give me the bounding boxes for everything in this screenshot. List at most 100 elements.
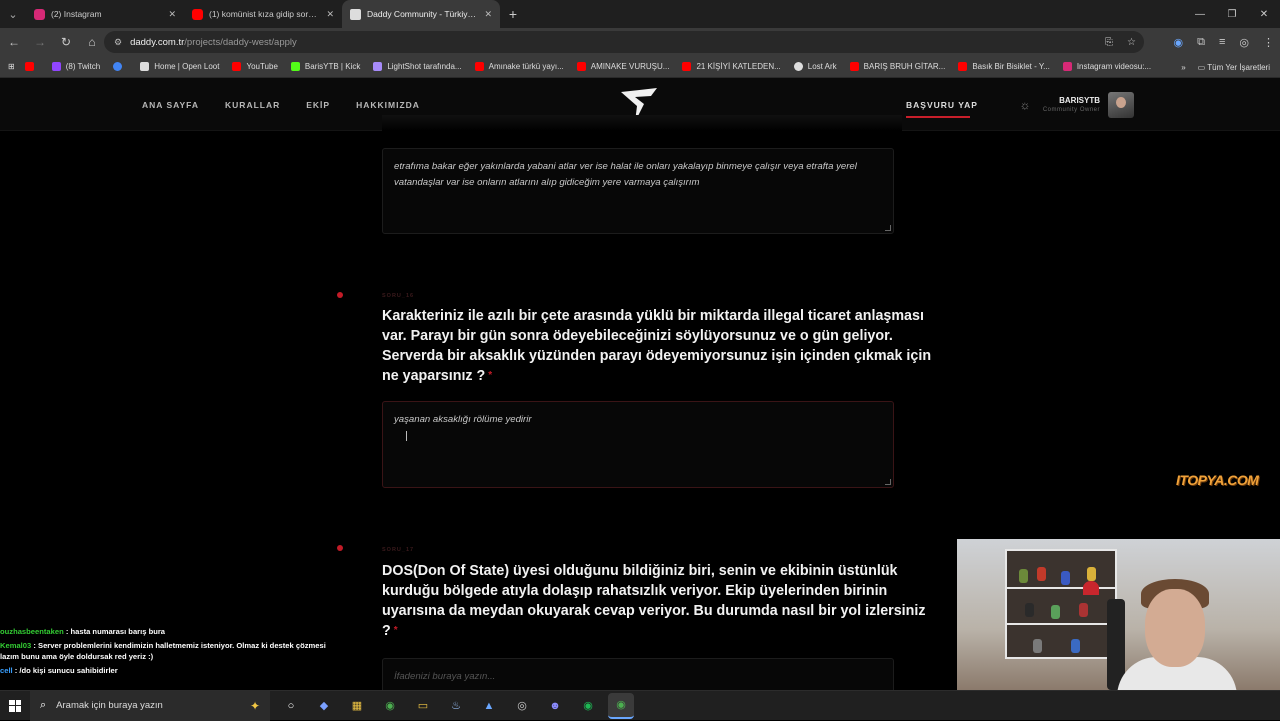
profile-icon[interactable]: ◎ xyxy=(1239,36,1249,49)
answer-placeholder: İfadenizi buraya yazın... xyxy=(394,671,496,682)
tab-daddy-community[interactable]: Daddy Community - Türkiye'nin ✕ xyxy=(342,0,500,28)
bookmark-item[interactable]: Amınake türkü yayı... xyxy=(474,62,564,71)
tab-search-icon[interactable]: ⌄ xyxy=(0,0,26,28)
santa-hat xyxy=(1083,581,1099,595)
extension-icon[interactable]: ◉ xyxy=(1174,36,1184,49)
shelf xyxy=(1005,549,1117,659)
tab-instagram[interactable]: (2) Instagram ✕ xyxy=(26,0,184,28)
search-placeholder: Aramak için buraya yazın xyxy=(56,700,163,711)
taskbar-search[interactable]: ⌕ Aramak için buraya yazın ✦ xyxy=(30,690,270,721)
copilot-icon[interactable]: ✦ xyxy=(250,699,260,713)
install-app-icon[interactable]: ⎘ xyxy=(1105,37,1113,48)
bookmark-item[interactable]: BARIŞ BRUH GİTAR... xyxy=(849,62,945,71)
question-marker xyxy=(337,545,343,551)
discord-icon[interactable]: ☻ xyxy=(542,693,568,719)
user-role: Community Owner xyxy=(1042,107,1100,113)
toolbar-right-icons: ◉ ⧉ ≡ ◎ ⋮ xyxy=(1174,28,1275,56)
chat-message: Kemal03 : Server problemlerini kendimizi… xyxy=(0,641,326,661)
site-info-icon[interactable]: ⚙ xyxy=(114,37,122,48)
media-control-icon[interactable]: ≡ xyxy=(1219,36,1225,48)
stream-chat: ouzhasbeentaken : hasta numarası barış b… xyxy=(0,626,340,679)
streamer-face xyxy=(1145,589,1205,667)
extensions-puzzle-icon[interactable]: ⧉ xyxy=(1197,36,1205,49)
close-window-icon[interactable]: ✕ xyxy=(1248,0,1280,28)
chat-message: cell : /do kişi sunucu sahibidirler xyxy=(0,666,118,675)
theme-toggle-icon[interactable]: ☼ xyxy=(1016,96,1034,114)
app-icon[interactable]: ▲ xyxy=(476,693,502,719)
reload-icon[interactable]: ↻ xyxy=(54,30,78,54)
bookmark-item[interactable] xyxy=(24,62,39,71)
required-mark: * xyxy=(488,370,493,381)
bookmark-item[interactable] xyxy=(113,62,127,71)
new-tab-button[interactable]: + xyxy=(500,0,526,28)
cortana-icon[interactable]: ○ xyxy=(278,693,304,719)
sponsor-watermark: ITOPYA.COM xyxy=(1176,472,1259,488)
calculator-icon[interactable]: ▦ xyxy=(344,693,370,719)
user-name[interactable]: BARISYTB xyxy=(1048,96,1100,105)
bookmark-star-icon[interactable]: ☆ xyxy=(1127,37,1136,48)
file-explorer-icon[interactable]: ▭ xyxy=(410,693,436,719)
avatar[interactable] xyxy=(1108,92,1134,118)
bookmark-item[interactable]: (8) Twitch xyxy=(51,62,100,71)
apply-underline xyxy=(906,116,970,118)
bookmark-item[interactable]: Home | Open Loot xyxy=(140,62,219,71)
menu-kebab-icon[interactable]: ⋮ xyxy=(1263,36,1274,49)
bookmarks-bar: ⊞ (8) Twitch Home | Open Loot YouTube Ba… xyxy=(0,56,1280,78)
close-tab-icon[interactable]: ✕ xyxy=(168,9,176,20)
minimize-icon[interactable]: — xyxy=(1184,0,1216,28)
bookmark-item[interactable]: Basık Bir Bisiklet - Y... xyxy=(958,62,1050,71)
steam-icon[interactable]: ♨ xyxy=(443,693,469,719)
question-title: DOS(Don Of State) üyesi olduğunu bildiği… xyxy=(382,563,926,639)
nav-about[interactable]: HAKKIMIZDA xyxy=(356,100,420,110)
bookmark-item[interactable]: AMINAKE VURUŞU... xyxy=(576,62,669,71)
chrome-icon[interactable]: ◉ xyxy=(377,693,403,719)
address-bar[interactable]: ⚙ daddy.com.tr/projects/daddy-west/apply… xyxy=(104,31,1144,53)
chrome-active-icon[interactable]: ◉ xyxy=(608,692,634,719)
youtube-icon xyxy=(192,8,203,20)
apply-link[interactable]: BAŞVURU YAP xyxy=(906,78,978,131)
resize-handle-icon[interactable] xyxy=(885,225,891,231)
resize-handle-icon[interactable] xyxy=(885,479,891,485)
tab-title: Daddy Community - Türkiye'nin xyxy=(367,9,479,19)
prev-answer-textarea[interactable]: etrafıma bakar eğer yakınlarda yabani at… xyxy=(382,148,894,234)
back-icon[interactable]: ← xyxy=(2,30,26,54)
question-marker xyxy=(337,292,343,298)
taskbar-apps: ○ ◆ ▦ ◉ ▭ ♨ ▲ ◎ ☻ ◉ ◉ xyxy=(278,692,634,719)
url-path: /projects/daddy-west/apply xyxy=(184,36,297,48)
answer-text: yaşanan aksaklığı rölüme yedirir xyxy=(394,414,532,425)
bookmark-item[interactable]: Lost Ark xyxy=(793,62,837,71)
tab-youtube[interactable]: (1) komünist kıza gidip soruyola ✕ xyxy=(184,0,342,28)
bookmark-item[interactable]: YouTube xyxy=(232,62,278,71)
bookmark-item[interactable]: LightShot tarafında... xyxy=(373,62,462,71)
obs-icon[interactable]: ◎ xyxy=(509,693,535,719)
question-code: SORU_16 xyxy=(382,293,415,299)
maximize-icon[interactable]: ❐ xyxy=(1216,0,1248,28)
tab-title: (1) komünist kıza gidip soruyola xyxy=(209,9,321,19)
close-tab-icon[interactable]: ✕ xyxy=(484,9,492,20)
prev-answer-text: etrafıma bakar eğer yakınlarda yabani at… xyxy=(394,161,857,188)
start-button[interactable] xyxy=(0,691,30,721)
bookmark-item[interactable]: 21 KİŞİYİ KATLEDEN... xyxy=(682,62,781,71)
home-icon[interactable]: ⌂ xyxy=(80,30,104,54)
answer-textarea[interactable]: yaşanan aksaklığı rölüme yedirir xyxy=(382,401,894,488)
nav-home[interactable]: ANA SAYFA xyxy=(142,100,199,110)
browser-toolbar: ← → ↻ ⌂ ⚙ daddy.com.tr/projects/daddy-we… xyxy=(0,28,1280,56)
required-mark: * xyxy=(393,625,398,636)
nav-team[interactable]: EKİP xyxy=(306,100,330,110)
window-controls: — ❐ ✕ xyxy=(1184,0,1280,28)
close-tab-icon[interactable]: ✕ xyxy=(326,9,334,20)
apps-grid-icon[interactable]: ⊞ xyxy=(8,62,15,71)
app-icon[interactable]: ◆ xyxy=(311,693,337,719)
webcam-feed xyxy=(957,539,1280,690)
question-code: SORU_17 xyxy=(382,547,415,553)
bookmark-item[interactable]: Instagram videosu:... xyxy=(1062,62,1151,71)
forward-icon[interactable]: → xyxy=(28,30,52,54)
all-bookmarks-folder[interactable]: ▭ Tüm Yer İşaretleri xyxy=(1198,63,1270,72)
chat-message: ouzhasbeentaken : hasta numarası barış b… xyxy=(0,627,166,636)
url-host: daddy.com.tr xyxy=(130,36,185,48)
spotify-icon[interactable]: ◉ xyxy=(575,693,601,719)
nav-rules[interactable]: KURALLAR xyxy=(225,100,280,110)
more-bookmarks-icon[interactable]: » xyxy=(1181,63,1185,72)
site-nav: ANA SAYFA KURALLAR EKİP HAKKIMIZDA xyxy=(142,78,420,131)
bookmark-item[interactable]: BarisYTB | Kick xyxy=(290,62,360,71)
